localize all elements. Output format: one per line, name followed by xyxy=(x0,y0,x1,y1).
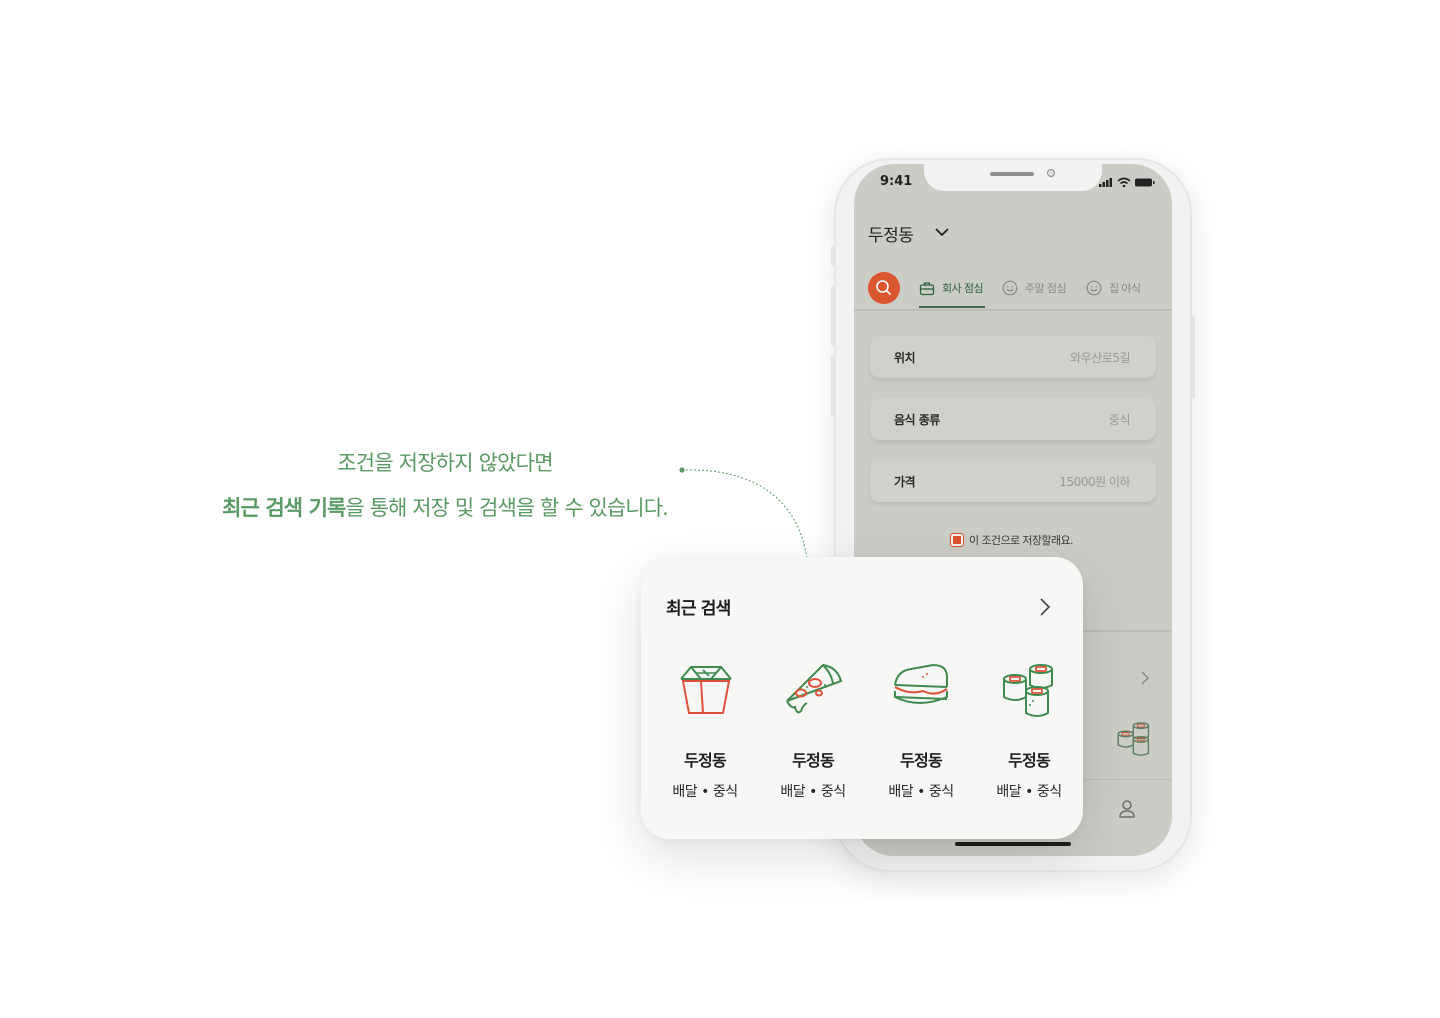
save-label: 이 조건으로 저장할래요. xyxy=(969,534,1073,547)
pizza-icon xyxy=(786,663,843,714)
search-icon xyxy=(876,280,892,296)
caption-line-1: 조건을 저장하지 않았다면 xyxy=(337,451,553,475)
chevron-right-icon[interactable] xyxy=(1140,670,1150,686)
sushi-icon xyxy=(1003,664,1053,717)
item-name: 두정동 xyxy=(900,751,943,770)
item-name: 두정동 xyxy=(1008,751,1051,770)
location-field[interactable]: 위치 와우산로5길 xyxy=(870,336,1156,378)
tab-label: 회사 점심 xyxy=(942,282,984,295)
takeout-box-icon xyxy=(680,666,732,714)
recent-search-title: 최근 검색 xyxy=(666,599,731,619)
status-icons xyxy=(1099,177,1155,188)
item-subtitle: 배달 • 중식 xyxy=(996,784,1062,800)
search-button[interactable] xyxy=(868,272,900,304)
smile-icon xyxy=(1086,280,1102,296)
recent-search-item[interactable]: 두정동 배달 • 중식 xyxy=(979,657,1079,801)
caption-line-2: 최근 검색 기록을 통해 저장 및 검색을 할 수 있습니다. xyxy=(150,492,740,522)
item-name: 두정동 xyxy=(684,751,727,770)
tab-label: 집 야식 xyxy=(1109,282,1141,295)
tab-weekend-lunch[interactable]: 주말 점심 xyxy=(1002,274,1067,302)
save-condition-option[interactable]: 이 조건으로 저장할래요. xyxy=(950,532,1073,548)
recent-search-item[interactable]: 두정동 배달 • 중식 xyxy=(871,657,971,801)
food-type-field[interactable]: 음식 종류 중식 xyxy=(870,398,1156,440)
camera xyxy=(1047,169,1055,177)
recent-search-item[interactable]: 두정동 배달 • 중식 xyxy=(763,657,863,801)
power-button xyxy=(1192,316,1195,398)
mute-switch xyxy=(831,246,834,266)
chevron-right-icon[interactable] xyxy=(1039,597,1051,617)
notch xyxy=(924,164,1102,191)
field-value: 15000원 이하 xyxy=(1059,475,1130,489)
caption-highlight: 최근 검색 기록 xyxy=(222,496,346,520)
volume-down-button xyxy=(831,356,834,416)
item-subtitle: 배달 • 중식 xyxy=(672,784,738,800)
recent-search-item[interactable]: 두정동 배달 • 중식 xyxy=(655,657,755,801)
field-label: 음식 종류 xyxy=(894,413,940,427)
tab-company-lunch[interactable]: 회사 점심 xyxy=(919,274,984,302)
item-subtitle: 배달 • 중식 xyxy=(888,784,954,800)
briefcase-icon xyxy=(919,281,935,295)
item-subtitle: 배달 • 중식 xyxy=(780,784,846,800)
chevron-down-icon[interactable] xyxy=(934,226,950,238)
active-tab-indicator xyxy=(919,306,985,308)
caption-rest: 을 통해 저장 및 검색을 할 수 있습니다. xyxy=(345,496,668,520)
field-value: 중식 xyxy=(1108,413,1131,427)
profile-icon[interactable] xyxy=(1118,799,1136,819)
tab-home-late-snack[interactable]: 집 야식 xyxy=(1086,274,1141,302)
speaker xyxy=(990,172,1034,176)
sushi-icon xyxy=(1117,722,1150,756)
volume-up-button xyxy=(831,286,834,346)
home-indicator xyxy=(955,842,1071,846)
tabs-divider xyxy=(854,309,1172,311)
recent-search-card: 최근 검색 두정동 배달 • 중식 두정동 배달 • 중식 두정동 배달 • 중… xyxy=(641,557,1083,839)
tab-label: 주말 점심 xyxy=(1025,282,1067,295)
sandwich-icon xyxy=(894,663,948,704)
location-title[interactable]: 두정동 xyxy=(868,221,914,246)
field-label: 위치 xyxy=(894,351,916,365)
field-value: 와우산로5길 xyxy=(1070,351,1130,365)
status-time: 9:41 xyxy=(880,174,913,189)
field-label: 가격 xyxy=(894,475,916,489)
save-checkbox[interactable] xyxy=(950,533,964,547)
price-field[interactable]: 가격 15000원 이하 xyxy=(870,460,1156,502)
smile-icon xyxy=(1002,280,1018,296)
item-name: 두정동 xyxy=(792,751,835,770)
